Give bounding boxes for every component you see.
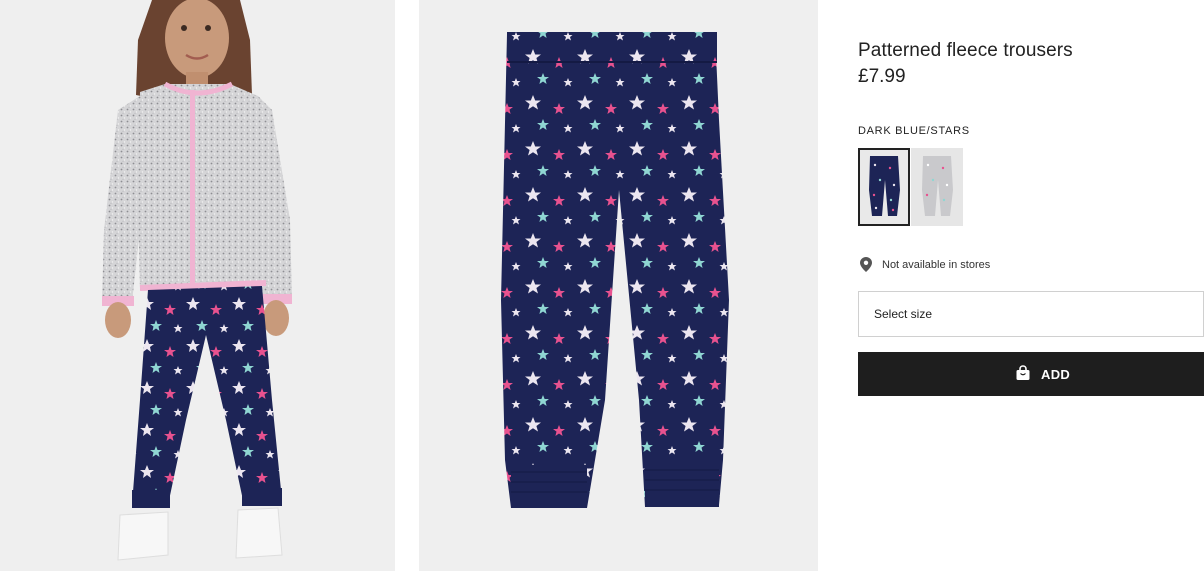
product-photo[interactable] xyxy=(419,0,818,571)
swatch-light-grey-stars[interactable] xyxy=(911,148,963,226)
size-select[interactable]: Select size xyxy=(858,291,1204,337)
model-photo[interactable] xyxy=(0,0,395,571)
shopping-bag-icon xyxy=(1015,365,1031,386)
product-price: £7.99 xyxy=(858,66,906,87)
swatch-dark-blue-stars[interactable] xyxy=(858,148,910,226)
store-availability: Not available in stores xyxy=(858,256,1158,274)
location-pin-icon xyxy=(860,257,872,277)
add-button-label: ADD xyxy=(1041,367,1071,382)
add-to-bag-button[interactable]: ADD xyxy=(858,352,1204,396)
colour-swatches xyxy=(858,148,978,228)
size-select-placeholder: Select size xyxy=(874,307,933,321)
selected-colour-label: DARK BLUE/STARS xyxy=(858,125,970,137)
product-title: Patterned fleece trousers xyxy=(858,40,1073,61)
availability-text: Not available in stores xyxy=(882,259,991,271)
